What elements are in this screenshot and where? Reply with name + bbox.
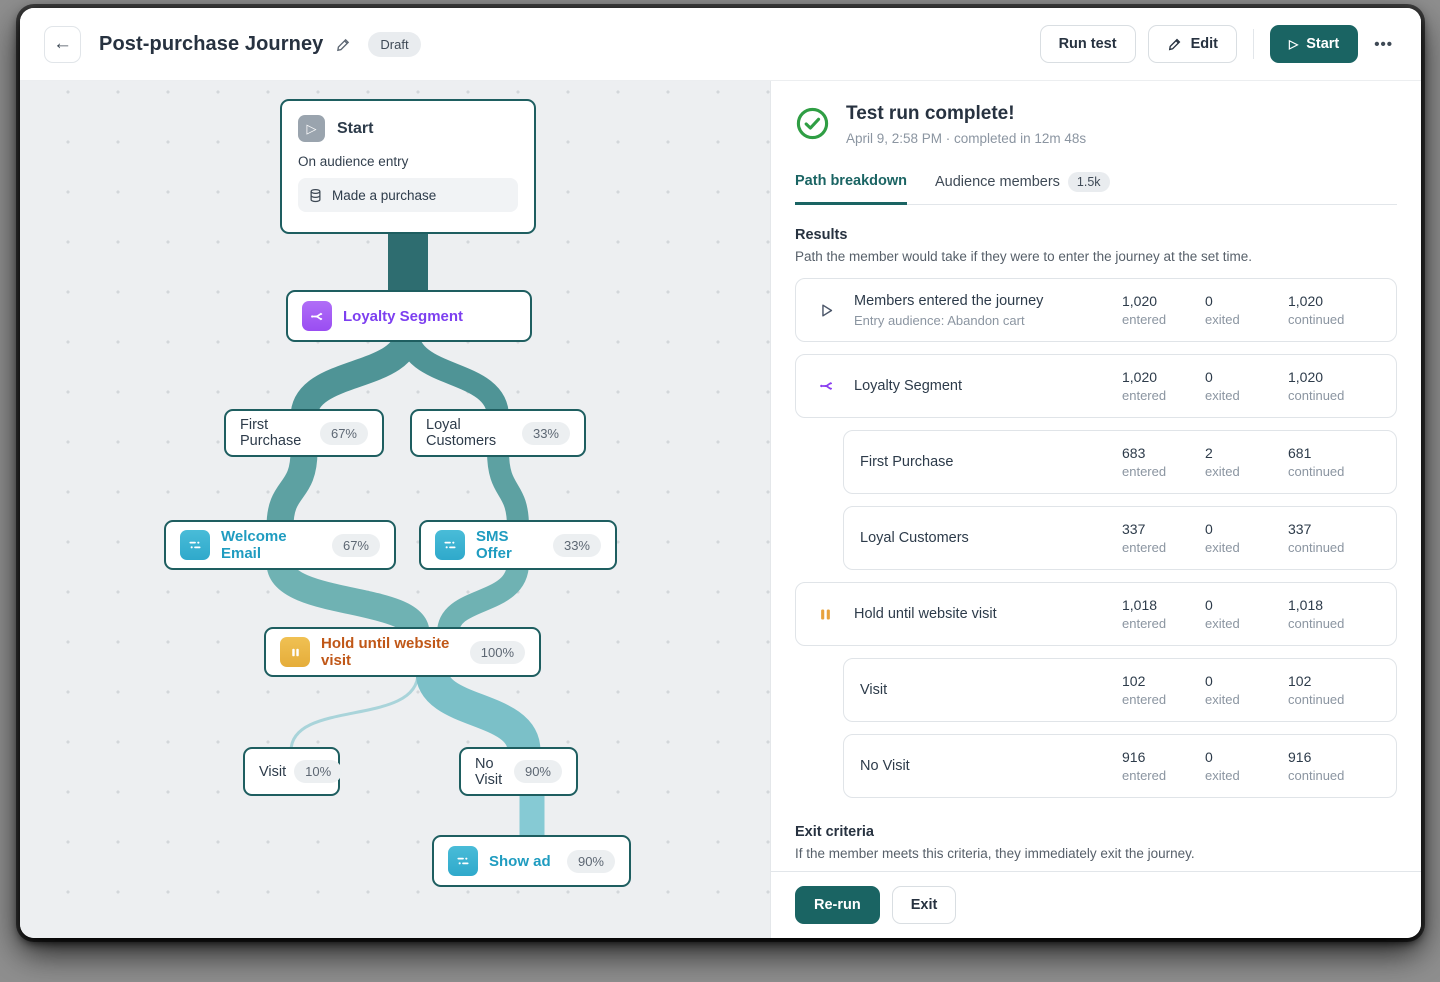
tab-audience-members[interactable]: Audience members 1.5k (935, 172, 1110, 204)
result-row-visit[interactable]: Visit 102entered 0exited 102continued (843, 658, 1397, 722)
rename-pencil-icon[interactable] (335, 36, 352, 53)
node-loyalty-segment[interactable]: Loyalty Segment (286, 290, 532, 342)
start-button[interactable]: ▷ Start (1270, 25, 1358, 63)
edit-button[interactable]: Edit (1148, 25, 1237, 63)
result-row-first-purchase[interactable]: First Purchase 683entered 2exited 681con… (843, 430, 1397, 494)
exit-criteria-heading: Exit criteria (795, 824, 1397, 840)
exit-criteria-description: If the member meets this criteria, they … (795, 846, 1397, 861)
status-badge: Draft (368, 32, 420, 57)
run-test-button[interactable]: Run test (1040, 25, 1136, 63)
back-button[interactable]: ← (44, 26, 81, 63)
back-arrow-icon: ← (53, 33, 72, 55)
test-run-panel: Test run complete! April 9, 2:58 PM · co… (770, 81, 1421, 938)
panel-tabs: Path breakdown Audience members 1.5k (795, 172, 1397, 205)
journey-canvas[interactable]: ▷ Start On audience entry Made a purchas… (20, 81, 770, 938)
node-start[interactable]: ▷ Start On audience entry Made a purchas… (280, 99, 536, 234)
pause-icon (280, 637, 310, 667)
node-first-purchase[interactable]: First Purchase 67% (224, 409, 384, 457)
node-no-visit[interactable]: No Visit 90% (459, 747, 578, 796)
percent-badge: 90% (514, 760, 562, 783)
panel-footer: Re-run Exit (771, 871, 1421, 938)
node-hold-until-website-visit[interactable]: Hold until website visit 100% (264, 627, 541, 677)
result-row-members-entered[interactable]: Members entered the journey Entry audien… (795, 278, 1397, 342)
panel-subtitle: April 9, 2:58 PM · completed in 12m 48s (846, 131, 1086, 146)
page-title: Post-purchase Journey (99, 33, 323, 56)
more-options-button[interactable]: ••• (1370, 30, 1397, 59)
success-check-icon (795, 106, 830, 146)
play-outline-icon (818, 302, 854, 319)
database-icon (308, 188, 323, 203)
app-window: ← Post-purchase Journey Draft Run test E… (20, 8, 1421, 938)
panel-scroll-area[interactable]: Test run complete! April 9, 2:58 PM · co… (771, 81, 1421, 871)
action-steps-icon (435, 530, 465, 560)
action-steps-icon (180, 530, 210, 560)
start-play-icon: ▷ (298, 115, 325, 142)
panel-title: Test run complete! (846, 103, 1086, 125)
node-welcome-email[interactable]: Welcome Email 67% (164, 520, 396, 570)
result-row-no-visit[interactable]: No Visit 916entered 0exited 916continued (843, 734, 1397, 798)
node-visit[interactable]: Visit 10% (243, 747, 340, 796)
percent-badge: 90% (567, 850, 615, 873)
node-show-ad[interactable]: Show ad 90% (432, 835, 631, 887)
split-icon (302, 301, 332, 331)
start-trigger-label: On audience entry (298, 154, 518, 169)
result-row-loyalty-segment[interactable]: Loyalty Segment 1,020entered 0exited 1,0… (795, 354, 1397, 418)
result-row-hold[interactable]: Hold until website visit 1,018entered 0e… (795, 582, 1397, 646)
result-row-loyal-customers[interactable]: Loyal Customers 337entered 0exited 337co… (843, 506, 1397, 570)
action-steps-icon (448, 846, 478, 876)
pause-icon (818, 607, 854, 622)
node-loyal-customers[interactable]: Loyal Customers 33% (410, 409, 586, 457)
percent-badge: 67% (320, 422, 368, 445)
play-icon: ▷ (1289, 37, 1298, 51)
header-divider (1253, 29, 1254, 59)
entry-audience-sub: Entry audience: Abandon cart (854, 313, 1122, 328)
percent-badge: 10% (294, 760, 342, 783)
exit-button[interactable]: Exit (892, 886, 957, 924)
header: ← Post-purchase Journey Draft Run test E… (20, 8, 1421, 80)
rerun-button[interactable]: Re-run (795, 886, 880, 924)
node-sms-offer[interactable]: SMS Offer 33% (419, 520, 617, 570)
results-heading: Results (795, 227, 1397, 243)
percent-badge: 67% (332, 534, 380, 557)
percent-badge: 33% (553, 534, 601, 557)
results-description: Path the member would take if they were … (795, 249, 1397, 264)
start-audience-chip[interactable]: Made a purchase (298, 178, 518, 212)
percent-badge: 33% (522, 422, 570, 445)
split-icon (818, 377, 854, 395)
edit-pencil-icon (1167, 36, 1183, 52)
tab-path-breakdown[interactable]: Path breakdown (795, 172, 907, 205)
percent-badge: 100% (470, 641, 525, 664)
audience-count-badge: 1.5k (1068, 172, 1110, 192)
